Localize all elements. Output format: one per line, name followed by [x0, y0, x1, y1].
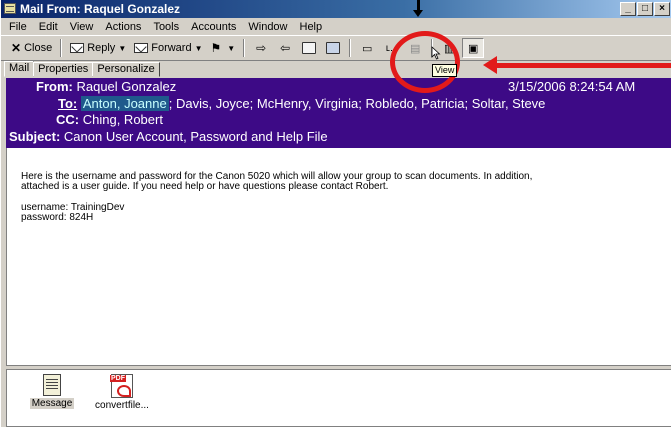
to-recipients[interactable]: ; Davis, Joyce; McHenry, Virginia; Roble… — [169, 96, 546, 111]
next-message-icon: ⇨ — [256, 41, 267, 55]
close-button[interactable]: ✕ Close — [7, 38, 56, 58]
cc-value[interactable]: Ching, Robert — [83, 112, 163, 127]
minimize-button[interactable]: _ — [620, 2, 636, 16]
close-window-button[interactable]: × — [654, 2, 670, 16]
forward-dropdown-icon[interactable]: ▼ — [195, 44, 203, 53]
reply-button[interactable]: Reply ▼ — [66, 38, 130, 58]
menu-window[interactable]: Window — [242, 21, 293, 33]
toolbar-separator — [243, 39, 246, 57]
window-controls: _ □ × — [619, 2, 670, 16]
tab-mail[interactable]: Mail — [4, 61, 35, 77]
forward-button-label: Forward — [151, 42, 192, 54]
cc-label: CC: — [56, 112, 80, 127]
menu-view[interactable]: View — [64, 21, 100, 33]
next-message-button[interactable]: ⇨ — [250, 38, 272, 58]
attachment-pane: Message PDF convertfile... — [6, 369, 671, 427]
attachment-label: Message — [29, 398, 75, 409]
attachment-message[interactable]: Message — [17, 374, 87, 409]
menu-help[interactable]: Help — [294, 21, 329, 33]
subject-label: Subject: — [9, 129, 61, 144]
toolbar: ✕ Close Reply ▼ Forward ▼ ⚑ ▼ ⇨ ⇦ ▭ ʟ‥ ▤… — [1, 35, 671, 61]
print-button[interactable] — [298, 38, 320, 58]
menu-file[interactable]: File — [3, 21, 33, 33]
to-row: To: Anton, Joanne; Davis, Joyce; McHenry… — [58, 96, 545, 111]
annotation-arrow-left — [483, 56, 671, 74]
pdf-icon: PDF — [110, 374, 133, 398]
message-body[interactable]: Here is the username and password for th… — [6, 148, 671, 366]
title-bar: Mail From: Raquel Gonzalez _ □ × — [1, 0, 671, 18]
menu-actions[interactable]: Actions — [99, 21, 147, 33]
cc-row: CC: Ching, Robert — [56, 112, 163, 127]
attachment-pdf[interactable]: PDF convertfile... — [87, 374, 157, 411]
preview-icon: ▣ — [467, 42, 479, 55]
mail-window: Mail From: Raquel Gonzalez _ □ × File Ed… — [0, 0, 671, 427]
view-tooltip: View — [432, 64, 458, 77]
close-button-label: Close — [24, 42, 53, 54]
previous-message-button[interactable]: ⇦ — [274, 38, 296, 58]
body-line: attached is a user guide. If you need he… — [21, 181, 389, 192]
preview-toggle-button[interactable]: ▣ — [462, 38, 485, 58]
toolbar-separator — [349, 39, 352, 57]
from-value[interactable]: Raquel Gonzalez — [76, 79, 176, 94]
annotation-arrow-down — [413, 0, 423, 17]
subject-value: Canon User Account, Password and Help Fi… — [63, 129, 328, 144]
reply-button-label: Reply — [87, 42, 116, 54]
mouse-cursor-icon — [431, 46, 441, 60]
forward-icon — [134, 43, 149, 53]
print-icon — [302, 42, 317, 54]
view-icon: ▭ — [361, 42, 373, 55]
attachment-label: convertfile... — [95, 400, 149, 411]
body-line: password: 824H — [21, 212, 94, 223]
menu-edit[interactable]: Edit — [33, 21, 64, 33]
annotation-circle — [390, 31, 460, 93]
subject-row: Subject: Canon User Account, Password an… — [9, 129, 328, 144]
mail-app-icon — [4, 3, 16, 14]
previous-message-icon: ⇦ — [280, 41, 291, 55]
to-recipient-selected[interactable]: Anton, Joanne — [80, 96, 169, 111]
save-button[interactable] — [322, 38, 344, 58]
from-row: From: Raquel Gonzalez — [36, 79, 176, 94]
menu-bar: File Edit View Actions Tools Accounts Wi… — [1, 18, 671, 35]
maximize-button[interactable]: □ — [637, 2, 653, 16]
sent-date: 3/15/2006 8:24:54 AM — [508, 79, 636, 94]
menu-tools[interactable]: Tools — [147, 21, 185, 33]
view-button[interactable]: ▭ — [356, 38, 378, 58]
to-label[interactable]: To: — [58, 96, 77, 111]
flag-dropdown-icon[interactable]: ▼ — [227, 44, 235, 53]
toolbar-separator — [60, 39, 63, 57]
reply-dropdown-icon[interactable]: ▼ — [118, 44, 126, 53]
window-title: Mail From: Raquel Gonzalez — [20, 2, 181, 16]
close-icon: ✕ — [11, 41, 22, 55]
reply-icon — [70, 43, 85, 53]
forward-button[interactable]: Forward ▼ — [130, 38, 206, 58]
flag-button[interactable]: ⚑ ▼ — [207, 38, 240, 58]
tab-properties[interactable]: Properties — [33, 62, 94, 77]
message-icon — [43, 374, 61, 396]
flag-icon: ⚑ — [210, 41, 222, 55]
menu-accounts[interactable]: Accounts — [185, 21, 242, 33]
from-label: From: — [36, 79, 73, 94]
message-header: From: Raquel Gonzalez 3/15/2006 8:24:54 … — [6, 78, 671, 148]
tab-personalize[interactable]: Personalize — [92, 62, 160, 77]
save-icon — [326, 42, 341, 54]
